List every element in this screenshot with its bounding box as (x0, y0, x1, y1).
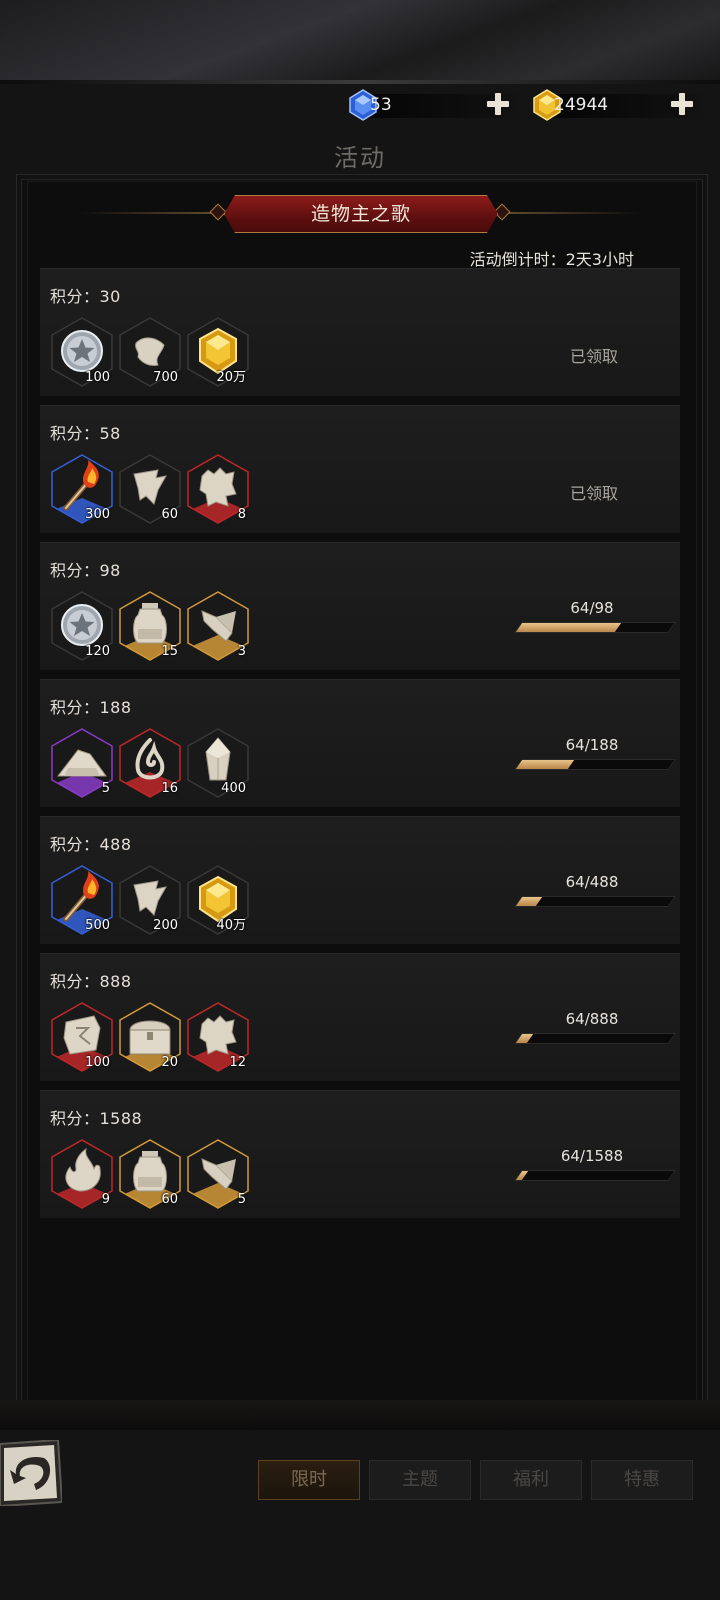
progress-fill (515, 897, 543, 906)
gold-gem-reward-item[interactable]: 20万 (186, 317, 250, 387)
footer-divider (0, 1400, 720, 1430)
event-countdown: 活动倒计时：2天3小时 (469, 250, 634, 269)
reward-row: 积分：188 5 16 400 64/188 (40, 679, 680, 807)
progress-bar (514, 759, 676, 770)
tab-welfare[interactable]: 福利 (480, 1460, 582, 1500)
flame-reward-item[interactable]: 9 (50, 1139, 114, 1209)
blue-gem-value: 53 (370, 95, 392, 115)
reward-quantity: 500 (85, 918, 110, 933)
reward-quantity: 400 (221, 781, 246, 796)
progress-fill (515, 760, 574, 769)
progress-fill (515, 623, 622, 632)
top-art-strip (0, 0, 720, 84)
crystal-shard-reward-item[interactable]: 5 (186, 1139, 250, 1209)
reward-quantity: 40万 (216, 918, 246, 933)
blue-gem-counter: 53 (346, 89, 524, 121)
row-score: 积分：30 (50, 287, 121, 306)
reward-quantity: 100 (85, 370, 110, 385)
progress-fill (515, 1171, 529, 1180)
banner-line-right (490, 212, 640, 214)
reward-quantity: 20万 (216, 370, 246, 385)
progress-bar (514, 896, 676, 907)
reward-row: 积分：488 500 200 40万 64/488 (40, 816, 680, 944)
crystal-reward-item[interactable]: 400 (186, 728, 250, 798)
reward-row: 积分：98 120 15 3 64/98 (40, 542, 680, 670)
jar-reward-item[interactable]: 15 (118, 591, 182, 661)
gold-gem-counter: 24944 (530, 89, 708, 121)
reward-quantity: 15 (161, 644, 178, 659)
reward-row: 积分：1588 9 60 5 64/1588 (40, 1090, 680, 1218)
page-title: 活动 (334, 144, 386, 172)
claimed-status: 已领取 (569, 347, 618, 366)
gold-gem-value: 24944 (554, 95, 609, 115)
tab-limited[interactable]: 限时 (258, 1460, 360, 1500)
reward-row: 积分：58 300 60 8 已领取 (40, 405, 680, 533)
row-score: 积分：58 (50, 424, 121, 443)
silver-star-coin-reward-item[interactable]: 120 (50, 591, 114, 661)
banner-line-left (80, 212, 230, 214)
progress-bar (514, 622, 676, 633)
row-score: 积分：488 (50, 835, 132, 854)
reward-quantity: 12 (229, 1055, 246, 1070)
torch-reward-item[interactable]: 500 (50, 865, 114, 935)
gold-gem-reward-item[interactable]: 40万 (186, 865, 250, 935)
progress-text: 64/888 (565, 1010, 619, 1028)
row-score: 积分：1588 (50, 1109, 143, 1128)
torch-reward-item[interactable]: 300 (50, 454, 114, 524)
tab-theme[interactable]: 主题 (369, 1460, 471, 1500)
ragged-cloth-reward-item[interactable]: 8 (186, 454, 250, 524)
progress-bar (514, 1170, 676, 1181)
jar-reward-item[interactable]: 60 (118, 1139, 182, 1209)
reward-quantity: 700 (153, 370, 178, 385)
progress-text: 64/188 (565, 736, 619, 754)
tab-special[interactable]: 特惠 (591, 1460, 693, 1500)
reward-row: 积分：888 100 20 12 64/888 (40, 953, 680, 1081)
torn-paper-reward-item[interactable]: 200 (118, 865, 182, 935)
add-blue-gem-button[interactable] (486, 92, 510, 116)
back-button[interactable] (0, 1440, 62, 1506)
reward-quantity: 100 (85, 1055, 110, 1070)
reward-quantity: 20 (161, 1055, 178, 1070)
reward-quantity: 3 (237, 644, 246, 659)
progress-bar (514, 1033, 676, 1044)
reward-quantity: 5 (101, 781, 110, 796)
reward-quantity: 300 (85, 507, 110, 522)
treasure-chest-reward-item[interactable]: 20 (118, 1002, 182, 1072)
flame-swirl-reward-item[interactable]: 16 (118, 728, 182, 798)
cloth-scrap-reward-item[interactable]: 700 (118, 317, 182, 387)
reward-row: 积分：30 100 700 20万 已领取 (40, 268, 680, 396)
progress-text: 64/1588 (560, 1147, 624, 1165)
ragged-cloth-reward-item[interactable]: 12 (186, 1002, 250, 1072)
progress-fill (515, 1034, 534, 1043)
progress-text: 64/488 (565, 873, 619, 891)
reward-quantity: 120 (85, 644, 110, 659)
reward-quantity: 60 (161, 1192, 178, 1207)
reward-quantity: 5 (237, 1192, 246, 1207)
reward-quantity: 9 (101, 1192, 110, 1207)
torn-paper-reward-item[interactable]: 60 (118, 454, 182, 524)
event-title-banner: 造物主之歌 (224, 195, 498, 233)
row-score: 积分：888 (50, 972, 132, 991)
stone-pile-reward-item[interactable]: 5 (50, 728, 114, 798)
reward-quantity: 60 (161, 507, 178, 522)
reward-quantity: 200 (153, 918, 178, 933)
add-gold-gem-button[interactable] (670, 92, 694, 116)
reward-quantity: 16 (161, 781, 178, 796)
reward-quantity: 8 (237, 507, 246, 522)
row-score: 积分：98 (50, 561, 121, 580)
row-score: 积分：188 (50, 698, 132, 717)
crystal-shard-reward-item[interactable]: 3 (186, 591, 250, 661)
progress-text: 64/98 (570, 599, 614, 617)
claimed-status: 已领取 (569, 484, 618, 503)
silver-star-coin-reward-item[interactable]: 100 (50, 317, 114, 387)
rune-stone-reward-item[interactable]: 100 (50, 1002, 114, 1072)
